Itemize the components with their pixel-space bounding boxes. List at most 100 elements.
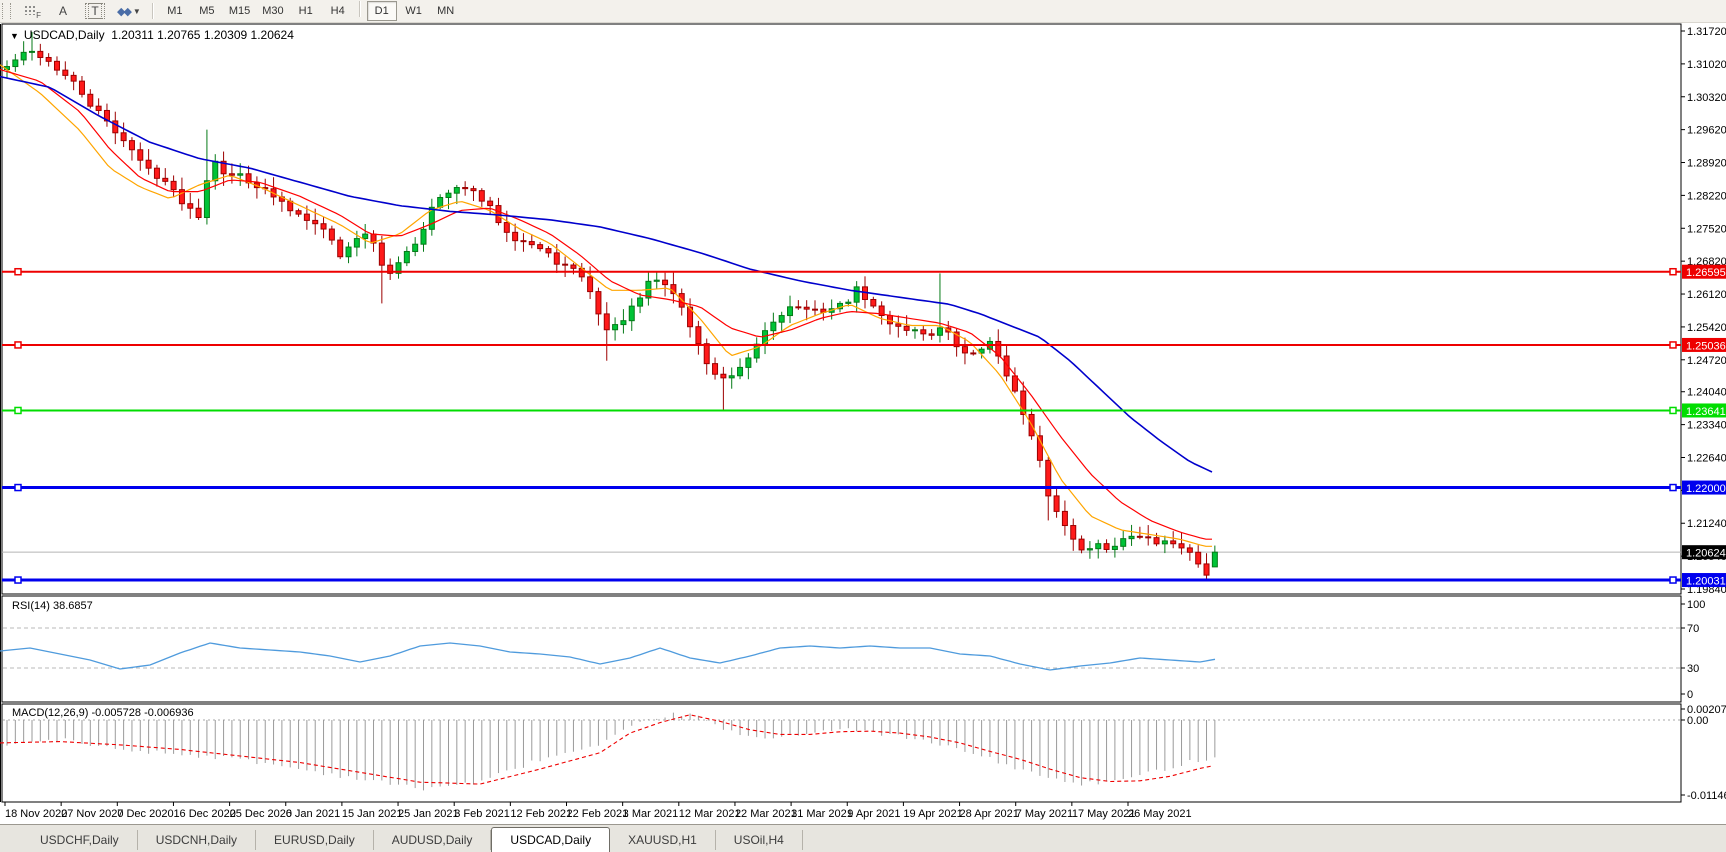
candle-body [895,323,902,327]
price-tick-label: 1.28920 [1687,158,1726,170]
candle-body [712,363,719,375]
date-tick-label: 25 Dec 2020 [230,808,292,820]
candle-body [478,190,485,202]
candle-body [628,305,635,322]
candle-body [853,286,860,303]
candle-body [1095,543,1102,550]
timeframe-m15-button[interactable]: M15 [224,1,255,21]
date-tick-label: 6 Jan 2021 [286,808,340,820]
date-tick-label: 26 May 2021 [1128,808,1192,820]
timeframe-w1-button[interactable]: W1 [399,1,429,21]
candle-body [453,187,460,194]
tab-usdcad-daily[interactable]: USDCAD,Daily [491,827,611,852]
candle-body [1161,540,1168,545]
candle-body [20,51,27,61]
tab-usdcnh-daily[interactable]: USDCNH,Daily [138,830,257,850]
line-handle [1669,406,1677,415]
candle-body [445,192,452,198]
candle-body [728,375,735,379]
line-handle [1669,341,1677,349]
candle-body [1145,536,1152,539]
price-tick-label: 1.24040 [1687,387,1726,399]
price-tick-label: 1.29620 [1687,125,1726,137]
candle-body [137,149,144,161]
date-tick-label: 15 Jan 2021 [342,808,403,820]
price-tick-label: 1.21240 [1687,518,1726,530]
date-tick-label: 27 Nov 2020 [61,808,123,820]
timeframe-m30-button[interactable]: M30 [257,1,288,21]
indicator-grid-button[interactable]: F [16,1,46,21]
tab-xauusd-h1[interactable]: XAUUSD,H1 [610,830,716,850]
candle-body [320,223,327,230]
tab-usoil-h4[interactable]: USOil,H4 [716,830,803,850]
macd-indicator-label: MACD(12,26,9) -0.005728 -0.006936 [12,707,194,719]
candle-body [1153,537,1160,545]
cursor-a-button[interactable]: A [48,1,78,21]
date-tick-label: 9 Apr 2021 [847,808,900,820]
rsi-tick-label: 70 [1687,623,1699,635]
candle-body [420,228,427,245]
candle-body [212,160,219,182]
candle-body [312,219,319,225]
tab-usdchf-daily[interactable]: USDCHF,Daily [22,830,138,850]
level-price-label: 1.26595 [1686,267,1726,279]
candle-body [653,279,660,282]
timeframe-h4-button[interactable]: H4 [323,1,353,21]
candle-body [437,196,444,208]
candle-body [1111,545,1118,550]
date-tick-label: 17 May 2021 [1072,808,1136,820]
toolbar-grip[interactable] [2,3,11,19]
text-label-button[interactable]: T [80,1,110,21]
candle-body [70,74,77,82]
candle-body [612,324,619,331]
candle-body [737,366,744,377]
candle-body [28,50,35,53]
candle-body [1186,547,1193,553]
price-tick-label: 1.31020 [1687,59,1726,71]
candle-body [87,93,94,107]
line-handle [1669,267,1677,276]
candle-body [1045,459,1052,497]
line-handle [14,341,22,349]
candle-body [162,177,169,182]
timeframe-m5-button[interactable]: M5 [192,1,222,21]
line-handle [1669,483,1677,492]
candle-body [703,343,710,365]
rsi-tick-label: 0 [1687,689,1693,701]
timeframe-m1-button[interactable]: M1 [160,1,190,21]
candle-body [662,279,669,286]
timeframe-h1-button[interactable]: H1 [291,1,321,21]
price-tick-label: 1.28220 [1687,190,1726,202]
price-tick-label: 1.22640 [1687,452,1726,464]
toolbar: F A T ◆◆ ▼ M1 M5 M15 M30 H1 H4 D1 W1 MN [0,0,1726,23]
candle-body [128,140,135,151]
date-tick-label: 22 Mar 2021 [735,808,797,820]
price-tick-label: 1.31720 [1687,26,1726,38]
candle-body [920,329,927,335]
timeframe-mn-button[interactable]: MN [431,1,461,21]
tab-audusd-daily[interactable]: AUDUSD,Daily [374,830,492,850]
candle-body [620,320,627,326]
candle-body [170,180,177,191]
collapse-triangle-icon[interactable]: ▼ [10,31,19,41]
candle-body [353,238,360,248]
candle-body [595,291,602,315]
candle-body [537,244,544,250]
candle-body [812,308,819,311]
candle-body [12,59,19,68]
letter-t-icon: T [85,3,105,19]
price-tick-label: 1.24720 [1687,355,1726,367]
candle-body [1178,543,1185,549]
candle-body [936,327,943,336]
tab-eurusd-daily[interactable]: EURUSD,Daily [256,830,374,850]
candle-body [295,210,302,215]
timeframe-d1-button[interactable]: D1 [366,1,397,21]
objects-dropdown-button[interactable]: ◆◆ ▼ [112,1,146,21]
level-price-label: 1.25036 [1686,340,1726,352]
letter-a-icon: A [58,4,67,18]
candle-body [570,264,577,269]
candle-body [587,276,594,293]
candle-body [637,297,644,307]
date-tick-label: 7 Dec 2020 [117,808,173,820]
symbol-tab-bar: USDCHF,Daily USDCNH,Daily EURUSD,Daily A… [0,824,1726,852]
